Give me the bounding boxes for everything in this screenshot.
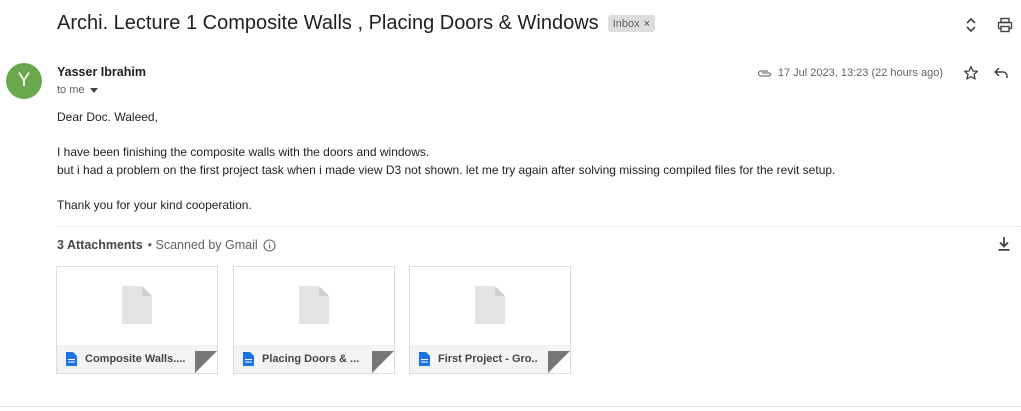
attachment-preview xyxy=(57,267,217,345)
message-date: 17 Jul 2023, 13:23 (22 hours ago) xyxy=(777,67,943,79)
star-icon xyxy=(963,65,979,80)
attachment-footer: Composite Walls.... xyxy=(57,345,217,373)
date-wrap: 17 Jul 2023, 13:23 (22 hours ago) xyxy=(757,67,943,79)
attachment-preview xyxy=(234,267,394,345)
download-all-icon xyxy=(998,237,1010,251)
info-icon[interactable] xyxy=(263,238,276,252)
reply-icon xyxy=(994,67,1008,78)
document-icon xyxy=(243,352,254,366)
print-icon xyxy=(997,17,1013,33)
scanned-label: • Scanned by Gmail xyxy=(147,238,258,252)
document-placeholder-icon xyxy=(475,286,505,324)
attachment-name: Composite Walls.... xyxy=(85,353,185,365)
top-actions xyxy=(961,15,1015,35)
document-placeholder-icon xyxy=(299,286,329,324)
reply-button[interactable] xyxy=(991,63,1011,83)
attachment-name: Placing Doors & ... xyxy=(262,353,360,365)
sender-name[interactable]: Yasser Ibrahim xyxy=(57,65,146,79)
inbox-label-text: Inbox xyxy=(612,17,640,30)
recipient-details-toggle[interactable]: to me xyxy=(57,84,98,96)
body-line-1: I have been finishing the composite wall… xyxy=(57,145,430,159)
message-meta: 17 Jul 2023, 13:23 (22 hours ago) xyxy=(757,63,1011,83)
scanned-by-gmail: • Scanned by Gmail xyxy=(148,238,276,252)
attachment-preview xyxy=(410,267,570,345)
attachments-count: 3 Attachments xyxy=(57,238,143,252)
document-placeholder-icon xyxy=(122,286,152,324)
sender-avatar[interactable]: Y xyxy=(6,63,42,99)
message-body: Dear Doc. Waleed, I have been finishing … xyxy=(57,108,835,214)
attachment-card[interactable]: Placing Doors & ... xyxy=(233,266,395,374)
caret-down-icon xyxy=(89,87,98,93)
body-line-2: but i had a problem on the first project… xyxy=(57,163,836,177)
body-greeting: Dear Doc. Waleed, xyxy=(57,110,158,124)
bottom-divider xyxy=(0,406,1021,407)
document-icon xyxy=(66,352,77,366)
remove-label-button[interactable]: × xyxy=(644,18,650,30)
inbox-label-chip[interactable]: Inbox × xyxy=(607,15,656,32)
page-curl-icon xyxy=(195,351,217,373)
attachment-footer: First Project - Gro... xyxy=(410,345,570,373)
attachment-footer: Placing Doors & ... xyxy=(234,345,394,373)
subject-row: Archi. Lecture 1 Composite Walls , Placi… xyxy=(57,12,656,35)
attachments-header: 3 Attachments • Scanned by Gmail xyxy=(57,238,276,252)
document-icon xyxy=(419,352,430,366)
attachments-divider xyxy=(57,226,1021,227)
expand-collapse-button[interactable] xyxy=(961,15,981,35)
expand-collapse-icon xyxy=(966,17,976,33)
page-curl-icon xyxy=(372,351,394,373)
print-button[interactable] xyxy=(995,15,1015,35)
email-subject: Archi. Lecture 1 Composite Walls , Placi… xyxy=(57,12,599,34)
attachment-card[interactable]: Composite Walls.... xyxy=(56,266,218,374)
attachment-card[interactable]: First Project - Gro... xyxy=(409,266,571,374)
attachment-name: First Project - Gro... xyxy=(438,353,538,365)
body-closing: Thank you for your kind cooperation. xyxy=(57,198,252,212)
recipient-label: to me xyxy=(57,84,85,96)
star-button[interactable] xyxy=(961,63,981,83)
paperclip-icon xyxy=(757,69,771,77)
download-all-button[interactable] xyxy=(997,236,1011,257)
page-curl-icon xyxy=(548,351,570,373)
